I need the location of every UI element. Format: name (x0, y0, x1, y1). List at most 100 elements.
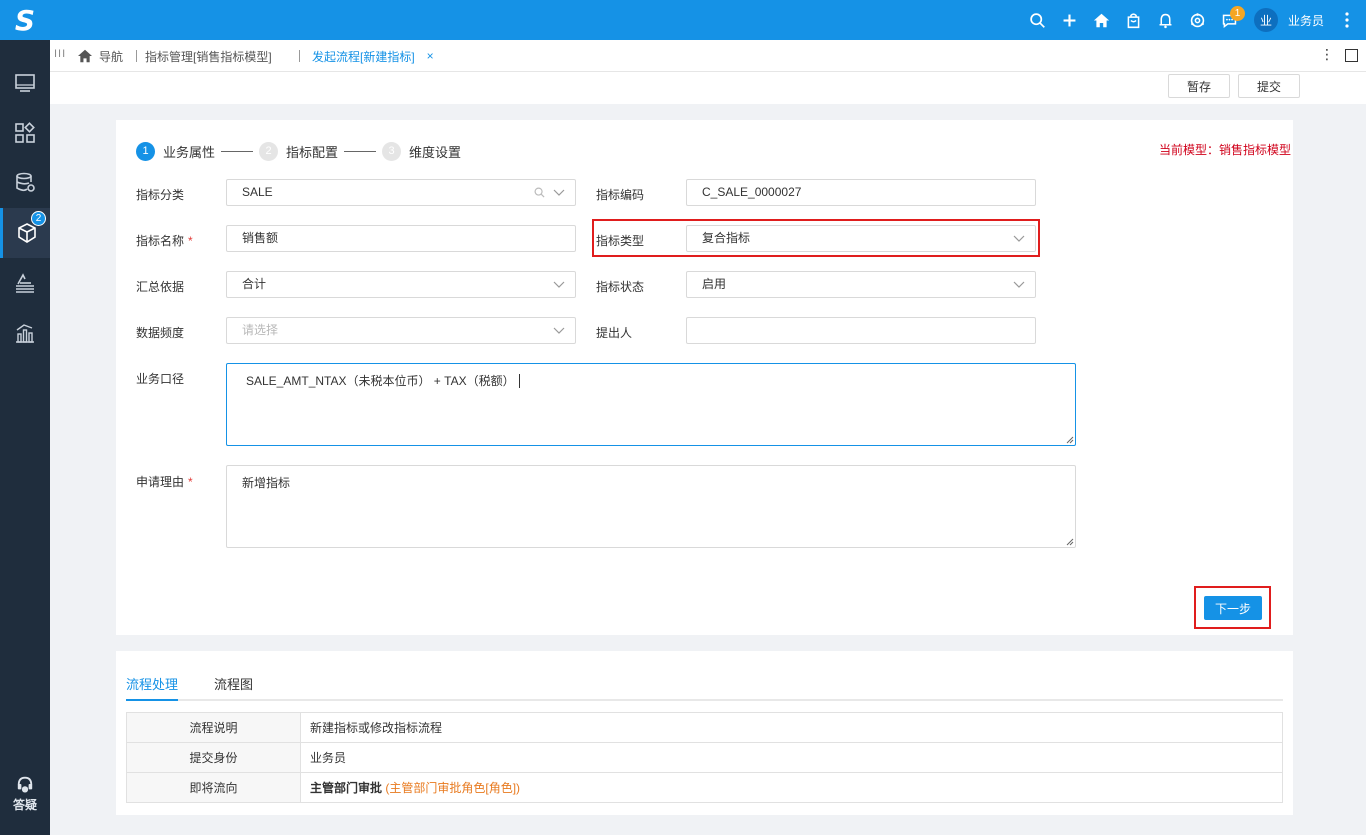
settings-icon[interactable] (1182, 0, 1214, 40)
name-label: 指标名称 * (136, 232, 193, 249)
sidebar-item-layers[interactable] (0, 258, 50, 308)
sidebar-item-cube[interactable]: 2 (0, 208, 50, 258)
frequency-select[interactable]: 请选择 (226, 317, 576, 344)
tab-home-label: 导航 (99, 49, 124, 64)
bag-icon[interactable] (1118, 0, 1150, 40)
caliber-textarea[interactable]: SALE_AMT_NTAX（未税本位币） + TAX（税额） (226, 363, 1076, 446)
sidebar-item-chart[interactable] (0, 308, 50, 358)
tab-indicator-management[interactable]: 指标管理[销售指标模型] (145, 40, 300, 72)
chevron-down-icon (1013, 235, 1025, 242)
step-3-label[interactable]: 维度设置 (409, 142, 461, 161)
name-value: 销售额 (242, 231, 279, 245)
avatar[interactable]: 业 (1253, 8, 1278, 32)
resize-grip-icon[interactable] (1066, 538, 1074, 546)
proposer-field[interactable] (686, 317, 1036, 344)
search-icon[interactable] (534, 187, 545, 198)
status-value: 启用 (702, 277, 727, 291)
home-icon (78, 49, 92, 63)
required-mark: * (188, 234, 193, 248)
more-vertical-icon[interactable]: ⋮ (1320, 46, 1334, 63)
chart-icon (16, 324, 34, 343)
tab-start-process[interactable]: 发起流程[新建指标] × (312, 40, 434, 72)
sidebar-help[interactable]: 答疑 (0, 775, 50, 825)
chevron-down-icon (553, 281, 565, 288)
flow-key: 即将流向 (126, 772, 301, 803)
tab-divider (298, 50, 300, 62)
form-panel: 1 业务属性 2 指标配置 3 维度设置 当前模型：销售指标模型 指标分类 SA… (116, 120, 1293, 635)
close-icon[interactable]: × (427, 49, 434, 63)
action-bar: 暂存 提交 (50, 72, 1366, 104)
step-connector (221, 150, 254, 152)
code-label: 指标编码 (596, 188, 645, 202)
aggregate-select[interactable]: 合计 (226, 271, 576, 298)
flow-value: 新建指标或修改指标流程 (300, 712, 1283, 743)
menu-toggle-icon[interactable]: III (54, 48, 66, 60)
logo-text: S (14, 3, 36, 37)
reason-value: 新增指标 (242, 476, 291, 490)
tab-flow-process[interactable]: 流程处理 (126, 674, 179, 701)
plus-icon[interactable] (1054, 0, 1086, 40)
category-value: SALE (242, 185, 273, 199)
type-label: 指标类型 (596, 234, 645, 248)
type-value: 复合指标 (702, 231, 751, 245)
category-select[interactable]: SALE (226, 179, 576, 206)
code-value: C_SALE_0000027 (702, 185, 802, 199)
monitor-icon (15, 74, 35, 92)
save-draft-button[interactable]: 暂存 (1168, 74, 1230, 98)
flow-value: 业务员 (300, 742, 1283, 773)
cube-icon (17, 223, 36, 243)
next-step-button[interactable]: 下一步 (1204, 596, 1262, 620)
step-2-number: 2 (259, 141, 279, 161)
flow-key: 流程说明 (126, 712, 301, 743)
frequency-label: 数据频度 (136, 326, 185, 340)
submit-button[interactable]: 提交 (1238, 74, 1300, 98)
reason-textarea[interactable]: 新增指标 (226, 465, 1076, 548)
sidebar-item-apps[interactable] (0, 108, 50, 158)
caliber-label: 业务口径 (136, 372, 185, 386)
status-select[interactable]: 启用 (686, 271, 1036, 298)
code-field[interactable]: C_SALE_0000027 (686, 179, 1036, 206)
sidebar-badge: 2 (31, 211, 46, 226)
search-icon[interactable] (1022, 0, 1054, 40)
tab-label: 发起流程[新建指标] (312, 49, 415, 64)
table-row: 提交身份 业务员 (126, 742, 1283, 773)
flow-key: 提交身份 (126, 742, 301, 773)
type-select[interactable]: 复合指标 (686, 225, 1036, 252)
chat-icon[interactable]: 1 (1214, 0, 1246, 40)
step-3-number: 3 (382, 141, 402, 161)
tab-home[interactable]: 导航 (77, 40, 138, 72)
database-icon (16, 172, 35, 192)
home-icon[interactable] (1086, 0, 1118, 40)
step-connector (344, 150, 377, 152)
aggregate-label: 汇总依据 (136, 280, 185, 294)
step-1-label[interactable]: 业务属性 (163, 142, 215, 161)
more-vertical-icon[interactable] (1338, 0, 1356, 40)
flow-value-cell: 主管部门审批 (主管部门审批角色[角色]) (300, 772, 1283, 803)
proposer-label: 提出人 (596, 326, 633, 340)
flow-next-step: 主管部门审批 (310, 781, 383, 795)
table-row: 即将流向 主管部门审批 (主管部门审批角色[角色]) (126, 772, 1283, 803)
reason-label: 申请理由 * (136, 473, 193, 490)
step-2-label[interactable]: 指标配置 (286, 142, 338, 161)
tab-divider (136, 50, 138, 62)
bell-icon[interactable] (1150, 0, 1182, 40)
sidebar: 2 答疑 (0, 40, 50, 835)
chevron-down-icon (1013, 281, 1025, 288)
tab-flow-chart[interactable]: 流程图 (214, 674, 253, 701)
status-label: 指标状态 (596, 280, 645, 294)
maximize-icon[interactable] (1345, 49, 1358, 62)
sidebar-item-monitor[interactable] (0, 58, 50, 108)
sidebar-item-database[interactable] (0, 158, 50, 208)
flow-table: 流程说明 新建指标或修改指标流程 提交身份 业务员 即将流向 主管部门审批 (主… (126, 712, 1283, 803)
required-mark: * (188, 475, 193, 489)
chevron-down-icon (553, 327, 565, 334)
category-label: 指标分类 (136, 188, 185, 202)
top-icons: 1 业 业务员 (1022, 0, 1366, 40)
name-field[interactable]: 销售额 (226, 225, 576, 252)
resize-grip-icon[interactable] (1066, 436, 1074, 444)
username[interactable]: 业务员 (1288, 12, 1324, 29)
step-1-number: 1 (136, 141, 155, 161)
app-logo[interactable]: S (0, 0, 50, 40)
name-label-text: 指标名称 (136, 234, 185, 248)
apps-icon (15, 122, 35, 143)
